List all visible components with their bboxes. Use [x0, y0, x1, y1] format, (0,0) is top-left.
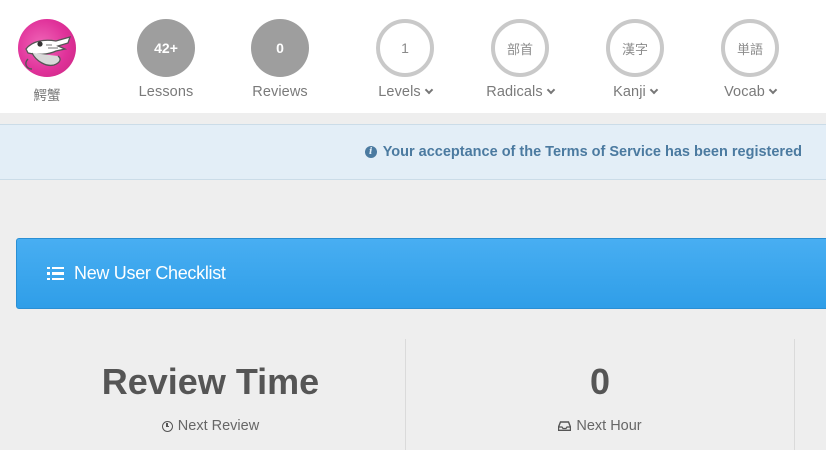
nav-levels-dropdown[interactable]: 1 Levels [355, 0, 455, 113]
chevron-down-icon [768, 85, 778, 95]
levels-label-text: Levels [378, 84, 421, 100]
alert-message-text: Your acceptance of the Terms of Service … [382, 144, 802, 160]
chevron-down-icon [546, 85, 555, 95]
next-hour-text: Next Hour [576, 418, 642, 434]
vocab-label: Vocab [700, 84, 800, 100]
nav-lessons[interactable]: 42+ Lessons [116, 0, 216, 113]
radicals-label-text: Radicals [486, 84, 543, 100]
chevron-down-icon [424, 85, 433, 95]
next-review-label: Next Review [16, 418, 405, 434]
top-navigation: 鰐蟹 42+ Lessons 0 Reviews 1 Levels 部首 Rad… [0, 0, 826, 113]
clock-icon [161, 420, 173, 432]
checklist-title: New User Checklist [74, 263, 226, 283]
next-review-text: Next Review [177, 418, 260, 434]
review-time-stat: Review Time Next Review [16, 339, 405, 450]
next-hour-label: Next Hour [406, 418, 794, 434]
nav-vocab-dropdown[interactable]: 単語 Vocab [700, 0, 800, 113]
levels-label: Levels [355, 84, 455, 100]
stat-divider [794, 339, 795, 450]
username: 鰐蟹 [33, 88, 61, 104]
lessons-count-badge: 42+ [137, 19, 195, 77]
kanji-label-text: Kanji [613, 84, 646, 100]
crab-avatar-icon [25, 36, 72, 70]
vocab-label-text: Vocab [724, 84, 765, 100]
terms-alert: i Your acceptance of the Terms of Servic… [0, 124, 826, 180]
nav-radicals-dropdown[interactable]: 部首 Radicals [470, 0, 570, 113]
lessons-label: Lessons [138, 84, 194, 100]
checklist-header: New User Checklist [47, 263, 226, 284]
nav-reviews[interactable]: 0 Reviews [230, 0, 330, 113]
review-stats: Review Time Next Review 0 Next Hour [16, 339, 826, 450]
next-hour-value: 0 [589, 361, 611, 402]
kanji-badge: 漢字 [606, 19, 664, 77]
info-icon: i [364, 146, 377, 158]
vocab-badge: 単語 [721, 19, 779, 77]
new-user-checklist-bar[interactable]: New User Checklist [16, 238, 826, 309]
user-profile[interactable]: 鰐蟹 [0, 0, 97, 113]
level-badge: 1 [376, 19, 434, 77]
nav-kanji-dropdown[interactable]: 漢字 Kanji [585, 0, 685, 113]
alert-message: i Your acceptance of the Terms of Servic… [364, 144, 802, 160]
user-avatar[interactable] [18, 19, 76, 77]
reviews-count-badge: 0 [251, 19, 309, 77]
list-icon [47, 266, 64, 281]
reviews-label: Reviews [252, 84, 308, 100]
next-hour-stat: 0 Next Hour [406, 339, 794, 450]
radicals-label: Radicals [470, 84, 570, 100]
inbox-icon [558, 421, 572, 431]
chevron-down-icon [649, 85, 659, 95]
kanji-label: Kanji [585, 84, 685, 100]
review-time-value: Review Time [101, 361, 320, 402]
radicals-badge: 部首 [491, 19, 549, 77]
